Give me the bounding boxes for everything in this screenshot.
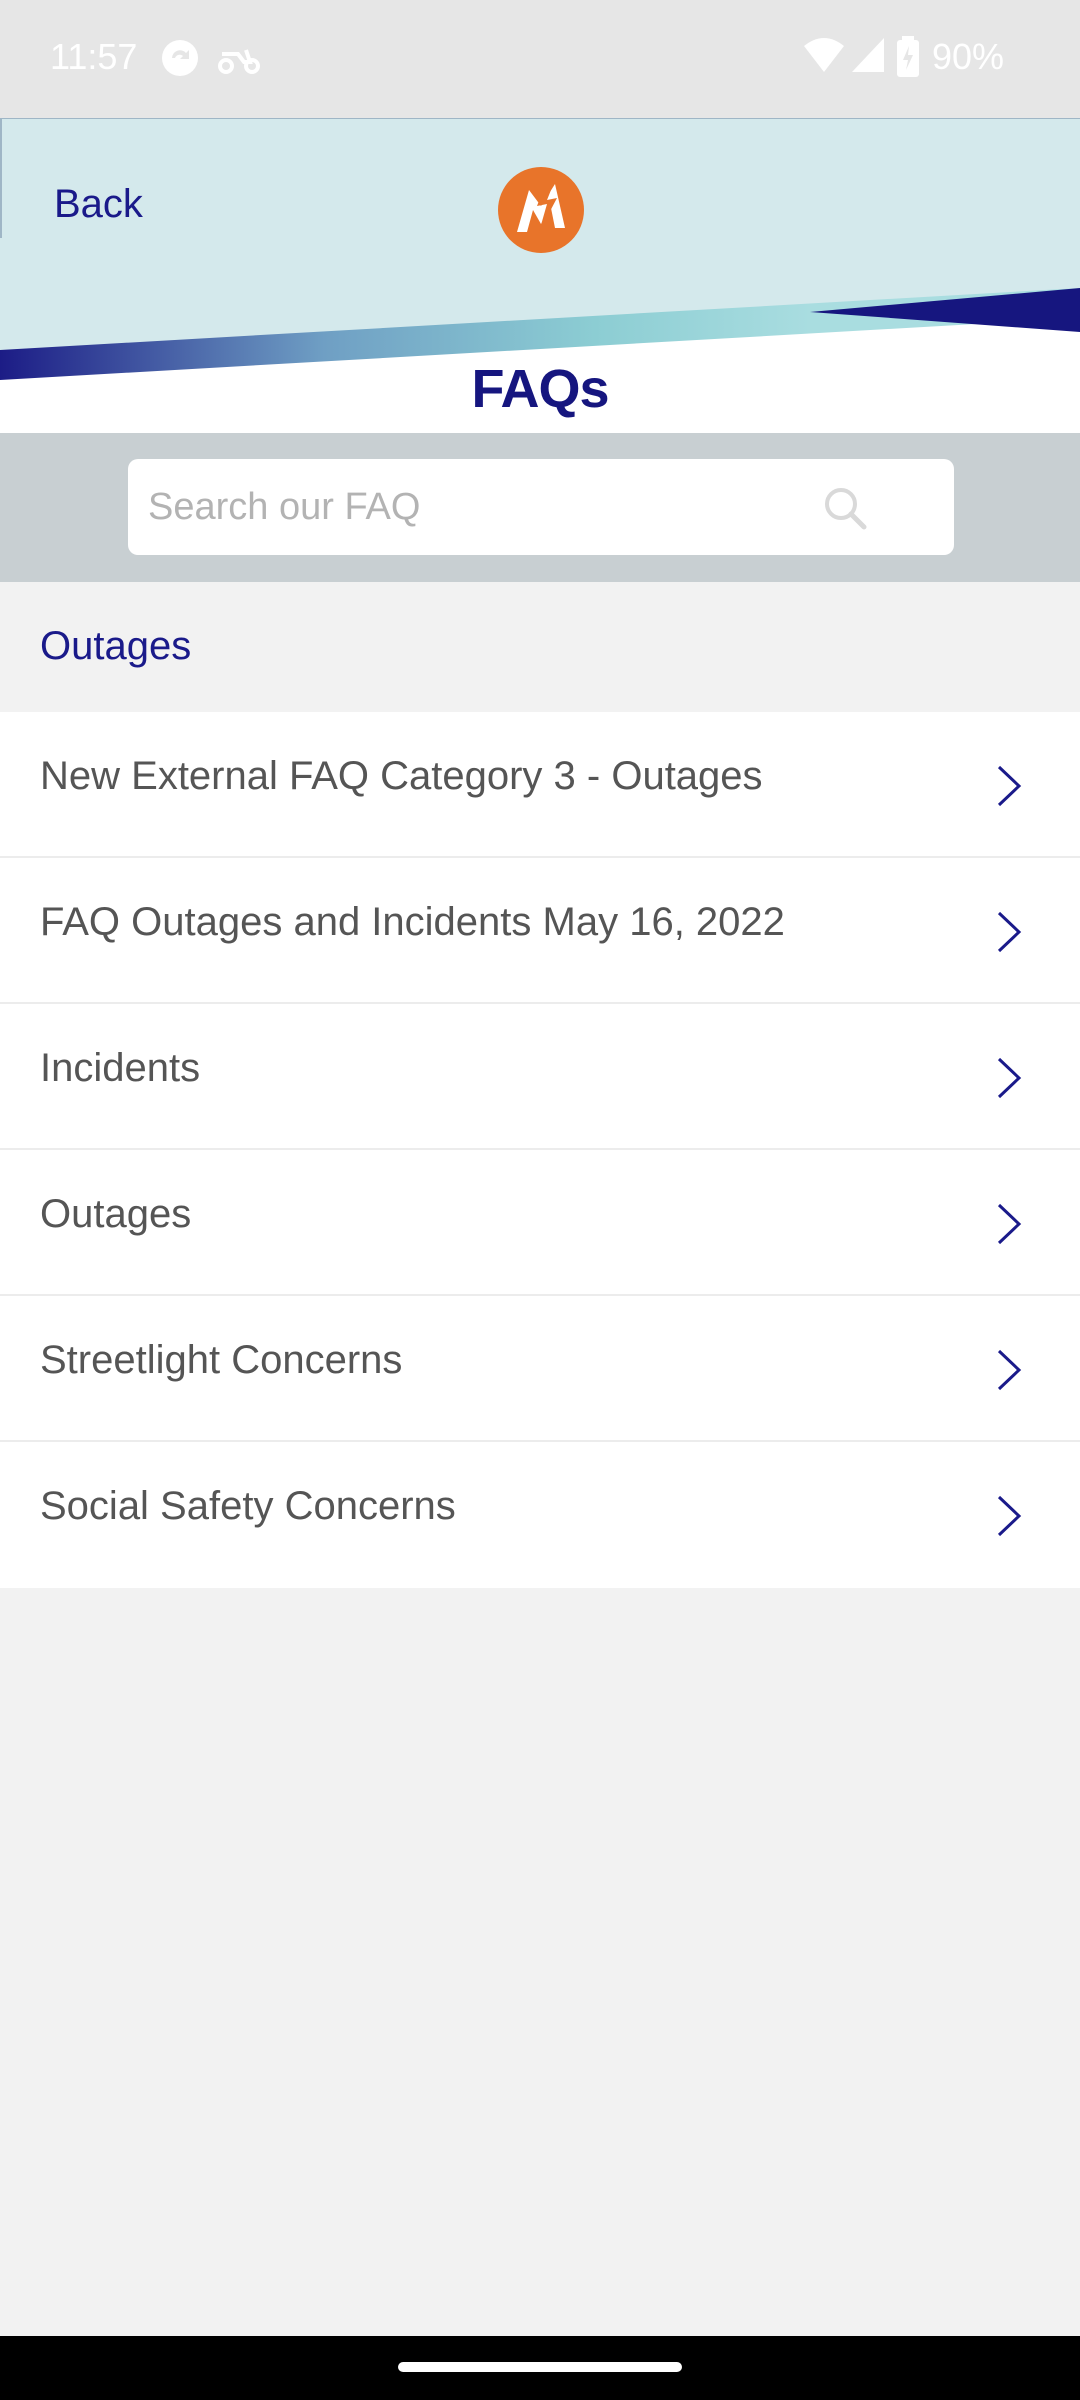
faq-item[interactable]: Incidents — [0, 1004, 1080, 1150]
faq-item[interactable]: FAQ Outages and Incidents May 16, 2022 — [0, 858, 1080, 1004]
section-header: Outages — [0, 582, 1080, 712]
back-button[interactable]: Back — [54, 182, 143, 227]
page-title: FAQs — [471, 359, 609, 419]
chevron-right-icon — [997, 1495, 1022, 1537]
faq-item-label: New External FAQ Category 3 - Outages — [40, 754, 763, 798]
brand-logo-icon — [497, 166, 585, 254]
search-section — [0, 433, 1080, 582]
section-title: Outages — [40, 624, 192, 668]
wifi-icon — [802, 36, 846, 81]
battery-percentage: 90% — [931, 36, 1004, 77]
chevron-right-icon — [997, 1349, 1022, 1391]
faq-item-label: Social Safety Concerns — [40, 1484, 456, 1528]
faq-item-label: Incidents — [40, 1046, 201, 1090]
faq-list: New External FAQ Category 3 - Outages FA… — [0, 712, 1080, 1588]
faq-item-label: FAQ Outages and Incidents May 16, 2022 — [40, 900, 785, 944]
status-bar: 11:57 90% — [0, 0, 1080, 118]
home-indicator[interactable] — [398, 2362, 682, 2372]
chevron-right-icon — [997, 765, 1022, 807]
search-input[interactable] — [148, 459, 798, 555]
faq-item[interactable]: Social Safety Concerns — [0, 1442, 1080, 1588]
sync-icon — [158, 36, 202, 85]
search-box[interactable] — [128, 459, 954, 555]
chevron-right-icon — [997, 1203, 1022, 1245]
search-icon[interactable] — [822, 485, 868, 531]
signal-icon — [850, 36, 886, 81]
faq-item-label: Streetlight Concerns — [40, 1338, 403, 1382]
faq-item[interactable]: Streetlight Concerns — [0, 1296, 1080, 1442]
battery-icon — [896, 36, 920, 83]
system-nav-bar — [0, 2336, 1080, 2400]
faq-item-label: Outages — [40, 1192, 192, 1236]
chevron-right-icon — [997, 911, 1022, 953]
scooter-icon — [216, 36, 262, 85]
faq-item[interactable]: New External FAQ Category 3 - Outages — [0, 712, 1080, 858]
chevron-right-icon — [997, 1057, 1022, 1099]
faq-item[interactable]: Outages — [0, 1150, 1080, 1296]
status-time: 11:57 — [50, 36, 138, 77]
header: Back FAQs — [0, 118, 1080, 433]
